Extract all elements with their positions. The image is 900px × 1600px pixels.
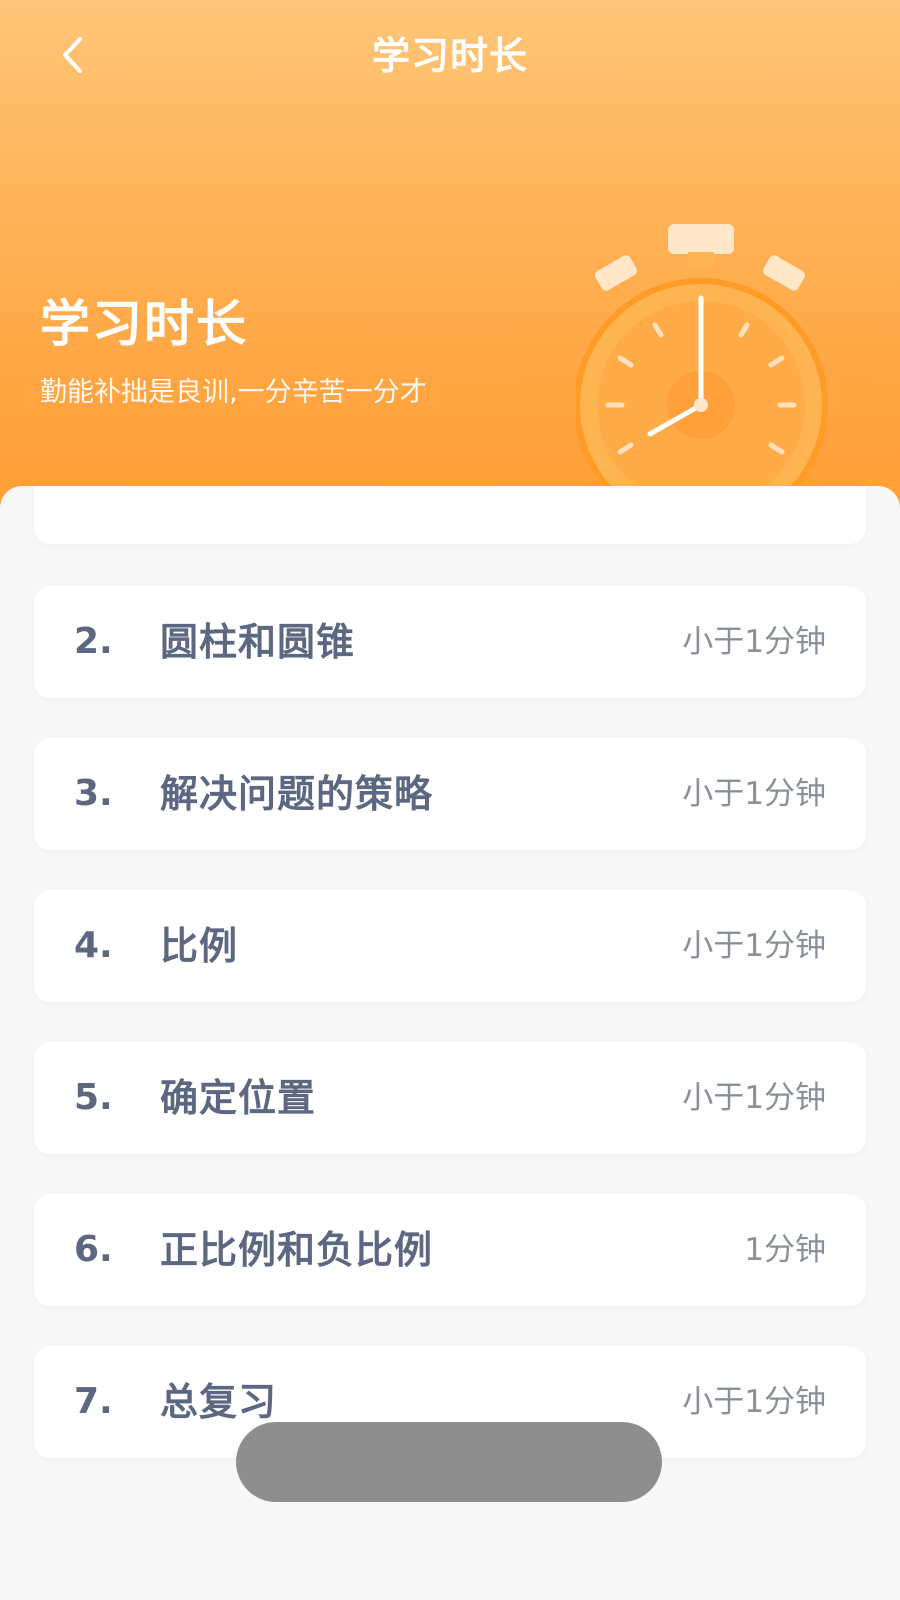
list-item[interactable]: 2. 圆柱和圆锥 小于1分钟: [34, 586, 866, 698]
list-item[interactable]: 4. 比例 小于1分钟: [34, 890, 866, 1002]
lesson-duration: 1分钟: [744, 1232, 826, 1268]
lesson-number: 7.: [74, 1381, 113, 1422]
lesson-number: 3.: [74, 773, 113, 814]
list-item-partial[interactable]: [34, 486, 866, 544]
lesson-number: 5.: [74, 1077, 113, 1118]
lesson-number: 6.: [74, 1229, 113, 1270]
lesson-name: 解决问题的策略: [160, 772, 434, 816]
lesson-number: 4.: [74, 925, 113, 966]
list-item[interactable]: 5. 确定位置 小于1分钟: [34, 1042, 866, 1154]
lesson-name: 圆柱和圆锥: [160, 620, 356, 664]
home-indicator[interactable]: [236, 1422, 662, 1502]
header-banner: 学习时长 学习时长 勤能补拙是良训,一分辛苦一分才: [0, 0, 900, 560]
lesson-duration: 小于1分钟: [682, 1384, 826, 1420]
hero-subtitle: 勤能补拙是良训,一分辛苦一分才: [40, 377, 427, 408]
lesson-name: 确定位置: [160, 1076, 317, 1120]
lesson-number: 2.: [74, 621, 113, 662]
hero-title: 学习时长: [40, 295, 248, 353]
lesson-duration: 小于1分钟: [682, 928, 826, 964]
list-item[interactable]: 3. 解决问题的策略 小于1分钟: [34, 738, 866, 850]
lesson-duration: 小于1分钟: [682, 1080, 826, 1116]
lesson-duration: 小于1分钟: [682, 624, 826, 660]
lesson-name: 比例: [160, 924, 239, 968]
page-title: 学习时长: [371, 34, 528, 78]
list-item[interactable]: 6. 正比例和负比例 1分钟: [34, 1194, 866, 1306]
lesson-name: 正比例和负比例: [160, 1228, 434, 1272]
lesson-duration: 小于1分钟: [682, 776, 826, 812]
